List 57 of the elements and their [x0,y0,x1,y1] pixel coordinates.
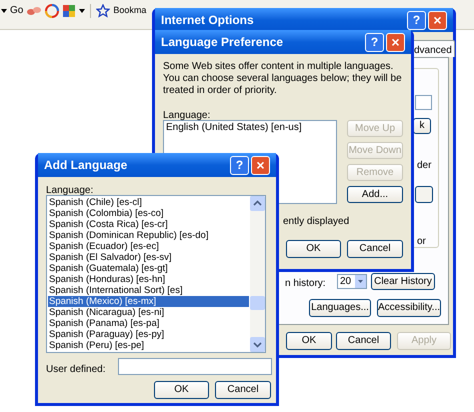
accessibility-button[interactable]: Accessibility... [377,299,441,317]
list-item[interactable]: Spanish (Nicaragua) [es-ni] [48,307,249,318]
cancel-button[interactable]: Cancel [336,332,391,350]
ok-button[interactable]: OK [154,381,209,399]
scroll-up-icon[interactable] [250,196,265,211]
close-button[interactable]: × [251,156,270,174]
description-text: Some Web sites offer content in multiple languages. You can choose several languages below; they will be treated in order of priority. [163,61,403,97]
list-item[interactable]: English (United States) [en-us] [166,122,334,134]
close-button[interactable]: × [386,32,405,52]
option-text: or [417,235,426,249]
list-item[interactable]: Spanish (Guatemala) [es-gt] [48,263,249,274]
add-button[interactable]: Add... [347,186,403,203]
dropdown-arrow-icon[interactable] [79,8,86,12]
scroll-down-icon[interactable] [250,337,265,352]
go-button[interactable]: Go [10,3,24,18]
list-item[interactable]: Spanish (Panama) [es-pa] [48,318,249,329]
dropdown-arrow-icon [1,8,7,12]
list-item[interactable]: Spanish (Costa Rica) [es-cr] [48,219,249,230]
language-label: Language: [163,109,210,122]
list-item[interactable]: Spanish (El Salvador) [es-sv] [48,252,249,263]
bookmarks-button[interactable]: Bookma [113,4,146,18]
star-icon[interactable] [96,4,110,18]
close-button[interactable]: × [428,10,447,30]
button[interactable]: k [413,118,431,134]
ok-button[interactable]: OK [286,332,332,350]
history-label: n history: [285,277,326,291]
ok-button[interactable]: OK [286,240,341,258]
help-button[interactable]: ? [407,10,426,30]
window-title: Internet Options [161,12,254,29]
list-item[interactable]: Spanish (Colombia) [es-co] [48,208,249,219]
help-button[interactable]: ? [365,32,384,52]
language-label: Language: [46,184,94,198]
list-item[interactable]: Spanish (Mexico) [es-mx] [48,296,249,307]
list-item[interactable]: Spanish (Dominican Republic) [es-do] [48,230,249,241]
window-title: Add Language [44,157,128,174]
text-field[interactable] [415,95,432,110]
cancel-button[interactable]: Cancel [347,240,403,258]
user-defined-field[interactable] [118,358,272,375]
list-item[interactable]: Spanish (Chile) [es-cl] [48,197,249,208]
help-button[interactable]: ? [230,156,249,174]
option-text: ently displayed [283,215,350,229]
scroll-thumb[interactable] [250,296,265,310]
days-spinner[interactable]: 20 [337,274,367,289]
cancel-button[interactable]: Cancel [215,381,271,399]
tab[interactable]: dvanced [411,40,455,57]
user-defined-label: User defined: [46,363,106,377]
list-item[interactable]: Spanish (Peru) [es-pe] [48,340,249,351]
list-item[interactable]: Spanish (Honduras) [es-hn] [48,274,249,285]
list-item[interactable]: Spanish (International Sort) [es] [48,285,249,296]
scrollbar[interactable] [250,196,265,352]
list-item[interactable]: Spanish (Ecuador) [es-ec] [48,241,249,252]
language-list[interactable] [46,195,266,353]
clear-history-button[interactable]: Clear History [371,273,435,290]
window-title: Language Preference [161,34,284,51]
list-item[interactable]: Spanish (Paraguay) [es-py] [48,329,249,340]
languages-button[interactable]: Languages... [309,299,371,317]
option-text: der [417,159,432,173]
